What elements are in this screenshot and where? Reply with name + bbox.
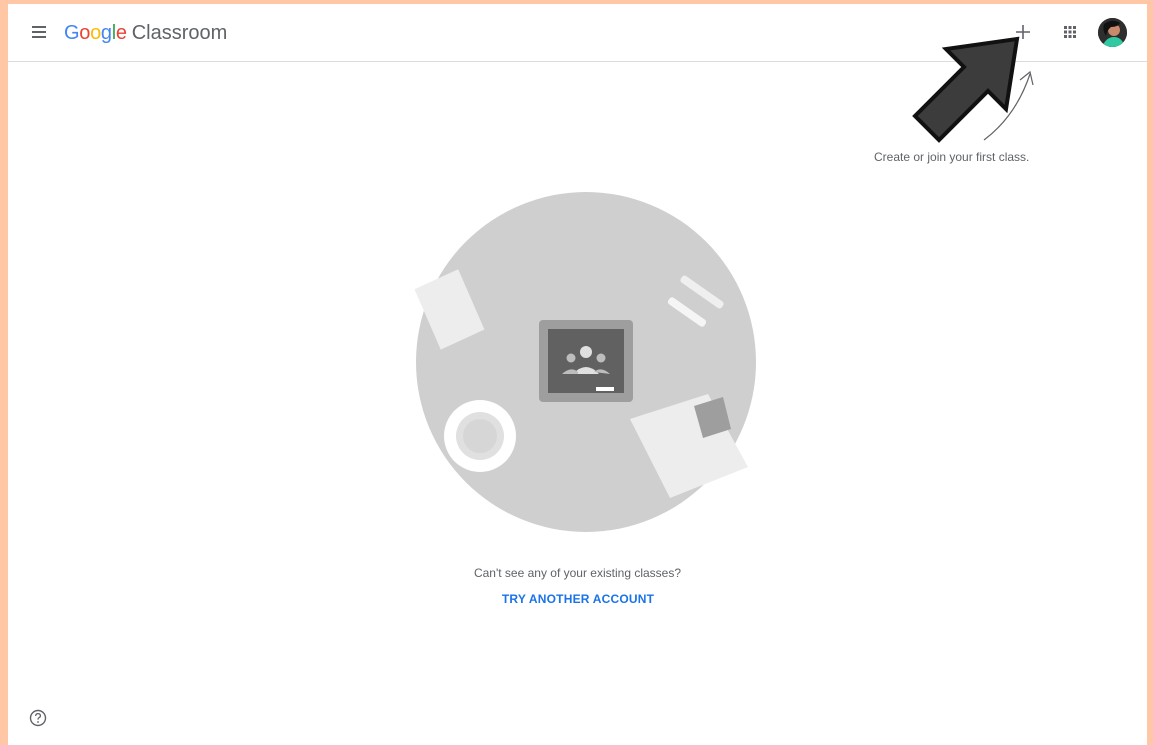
account-avatar[interactable]	[1098, 18, 1127, 47]
google-wordmark: Google	[64, 22, 127, 44]
google-wordmark-letter: e	[115, 22, 127, 44]
profile-photo-icon	[1098, 18, 1127, 47]
apps-grid-icon	[1064, 26, 1076, 38]
google-classroom-logo[interactable]: Google Classroom	[64, 20, 227, 46]
existing-classes-question: Can't see any of your existing classes?	[473, 566, 682, 580]
google-wordmark-letter: o	[90, 22, 101, 44]
product-name: Classroom	[131, 22, 228, 44]
main-menu-button[interactable]	[30, 22, 50, 42]
help-icon	[29, 709, 47, 727]
help-button[interactable]	[28, 708, 48, 728]
try-another-account-link[interactable]: TRY ANOTHER ACCOUNT	[498, 592, 658, 606]
app-window: Google Classroom Create or join your fir…	[8, 4, 1147, 745]
hamburger-menu-icon	[32, 26, 46, 28]
google-apps-button[interactable]	[1058, 20, 1082, 44]
google-wordmark-letter: o	[79, 22, 91, 44]
google-wordmark-letter: G	[64, 22, 80, 44]
hint-curved-arrow-icon	[983, 70, 1034, 141]
first-class-hint: Create or join your first class.	[874, 150, 1030, 164]
empty-classroom-illustration	[414, 192, 756, 532]
google-wordmark-letter: g	[100, 22, 112, 44]
